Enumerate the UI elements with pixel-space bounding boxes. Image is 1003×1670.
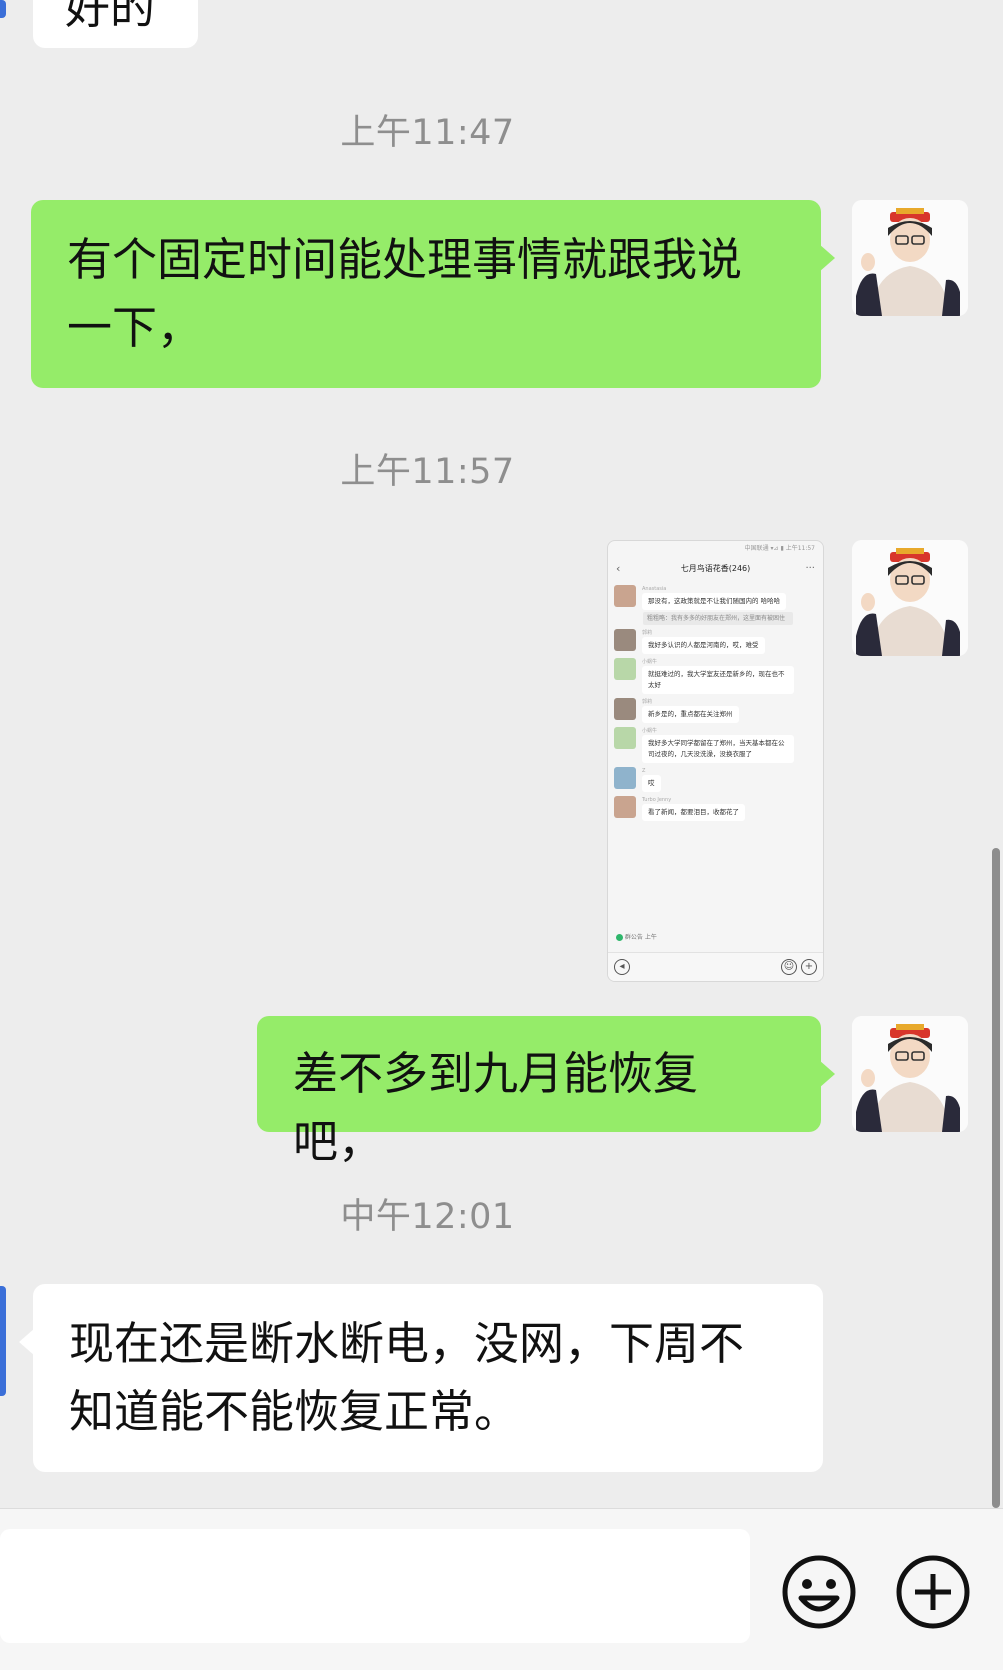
embedded-sender: 小蜗牛	[642, 728, 658, 734]
avatar	[614, 629, 636, 651]
embedded-text: 那没有，这政策就是不让我们随国内的 哈哈哈	[642, 593, 787, 610]
embedded-message: Anastasia 那没有，这政策就是不让我们随国内的 哈哈哈	[614, 585, 817, 610]
avatar	[614, 658, 636, 680]
status-dot-icon	[616, 934, 623, 941]
embedded-title-text: 七月鸟语花香(246)	[680, 564, 751, 573]
message-bubble-received[interactable]: 好的	[33, 0, 198, 48]
embedded-sender: Turbo Jenny	[642, 797, 672, 803]
embedded-reply-hint: 群公告 上午	[616, 932, 657, 941]
embedded-sender: 郭莉	[642, 699, 653, 705]
message-text-line: 一下，	[67, 301, 203, 354]
smiley-icon: ☺	[781, 959, 797, 975]
avatar	[614, 796, 636, 818]
avatar	[614, 585, 636, 607]
embedded-message: Z 哎	[614, 767, 817, 792]
avatar	[614, 727, 636, 749]
embedded-input-bar: ◂ ☺ +	[608, 952, 823, 981]
embedded-chat-title: ‹ 七月鸟语花香(246) ···	[608, 557, 823, 581]
embedded-text: 哎	[642, 775, 661, 792]
avatar	[614, 767, 636, 789]
unread-marker	[0, 0, 6, 18]
embedded-sender: Z	[642, 768, 646, 774]
avatar[interactable]	[852, 1016, 968, 1132]
embedded-reply-text: 群公告 上午	[624, 934, 657, 941]
embedded-message: 郭莉 我好多认识的人都是河南的，哎，难受	[614, 629, 817, 654]
plus-circle-icon[interactable]	[895, 1554, 971, 1630]
message-text: 差不多到九月能恢复吧，	[293, 1047, 699, 1168]
avatar[interactable]	[852, 200, 968, 316]
timestamp: 上午11:57	[340, 452, 515, 492]
embedded-text: 新乡是的，重点都在关注郑州	[642, 706, 739, 723]
avatar[interactable]	[852, 540, 968, 656]
message-bubble-sent[interactable]: 差不多到九月能恢复吧，	[257, 1016, 835, 1168]
chevron-left-icon: ‹	[616, 562, 621, 575]
embedded-text: 就挺难过的，我大学室友还是新乡的，现在也不太好	[642, 666, 794, 694]
message-bubble-received[interactable]: 现在还是断水断电，没网，下周不 知道能不能恢复正常。	[19, 1284, 823, 1472]
avatar-illustration	[852, 540, 968, 656]
message-bubble-sent[interactable]: 有个固定时间能处理事情就跟我说 一下，	[31, 200, 835, 388]
scrollbar[interactable]	[992, 848, 1000, 1508]
message-text-line: 知道能不能恢复正常。	[69, 1385, 520, 1438]
embedded-system-note: 粗粗略：我有多多的好朋友在郑州，这里面有被困住	[643, 612, 793, 625]
more-dots-icon: ···	[805, 563, 815, 574]
avatar-illustration	[852, 200, 968, 316]
embedded-text: 看了新闻，都要泪目，收都花了	[642, 804, 745, 821]
embedded-sender: 郭莉	[642, 630, 653, 636]
embedded-message: 小蜗牛 就挺难过的，我大学室友还是新乡的，现在也不太好	[614, 658, 817, 694]
plus-circle-icon: +	[801, 959, 817, 975]
avatar-illustration	[852, 1016, 968, 1132]
embedded-message: 郭莉 新乡是的，重点都在关注郑州	[614, 698, 817, 723]
message-text-line: 有个固定时间能处理事情就跟我说	[67, 233, 743, 286]
message-input[interactable]	[0, 1529, 750, 1643]
message-text: 好的	[65, 0, 156, 34]
message-text-line: 现在还是断水断电，没网，下周不	[69, 1317, 745, 1370]
unread-marker	[0, 1286, 6, 1396]
embedded-status-bar: 中国联通 ▾⊿ ▮ 上午11:57	[744, 545, 815, 552]
image-message[interactable]: 中国联通 ▾⊿ ▮ 上午11:57 ‹ 七月鸟语花香(246) ··· Anas…	[607, 540, 824, 982]
avatar	[614, 698, 636, 720]
voice-icon: ◂	[614, 959, 630, 975]
embedded-sender: Anastasia	[642, 586, 667, 592]
input-bar	[0, 1508, 1003, 1670]
smiley-icon[interactable]	[781, 1554, 857, 1630]
embedded-text: 我好多大学同学都留在了郑州，当天基本都在公司过夜的，几天没洗澡，没换衣服了	[642, 735, 794, 763]
timestamp: 中午12:01	[340, 1197, 515, 1237]
embedded-message: 小蜗牛 我好多大学同学都留在了郑州，当天基本都在公司过夜的，几天没洗澡，没换衣服…	[614, 727, 817, 763]
embedded-sender: 小蜗牛	[642, 659, 658, 665]
embedded-message: Turbo Jenny 看了新闻，都要泪目，收都花了	[614, 796, 817, 821]
timestamp: 上午11:47	[340, 113, 515, 153]
embedded-text: 我好多认识的人都是河南的，哎，难受	[642, 637, 765, 654]
